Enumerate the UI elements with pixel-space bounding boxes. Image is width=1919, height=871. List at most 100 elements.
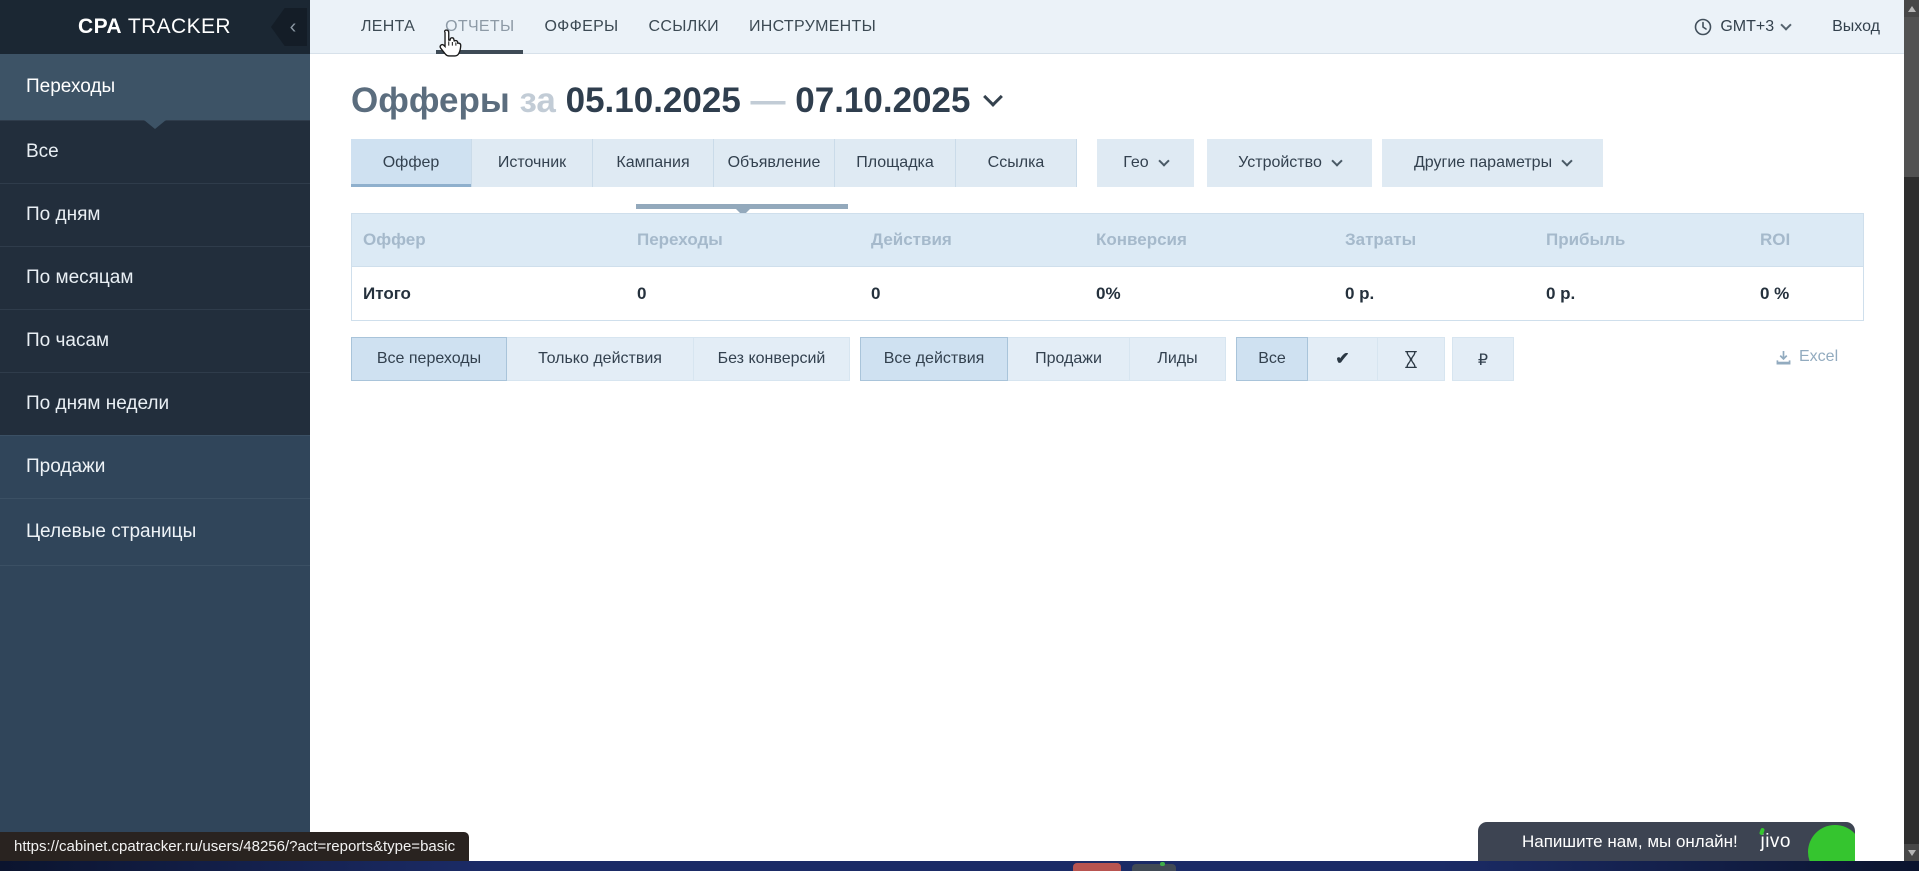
scrollbar-up-button[interactable] <box>1904 0 1919 17</box>
sidebar-item-vse[interactable]: Все <box>0 120 310 183</box>
taskbar-red-button[interactable] <box>1073 863 1121 871</box>
filter-prodazhi[interactable]: Продажи <box>1007 337 1130 381</box>
filter-label: Лиды <box>1157 350 1197 368</box>
sidebar-item-label: По дням недели <box>26 393 169 415</box>
nav-item-otchety[interactable]: ОТЧЕТЫ <box>430 0 529 54</box>
sidebar-item-po-dnyam-nedeli[interactable]: По дням недели <box>0 372 310 435</box>
scrollbar-down-button[interactable] <box>1904 844 1919 861</box>
filter-label: Все <box>1258 350 1286 368</box>
tab-label: Источник <box>498 154 566 172</box>
column-header-zatraty[interactable]: Затраты <box>1334 230 1535 250</box>
nav-item-lenta[interactable]: ЛЕНТА <box>346 0 430 54</box>
dropdown-drugie-parametry[interactable]: Другие параметры <box>1382 139 1603 187</box>
chevron-down-icon <box>1780 19 1791 30</box>
jivo-logo: jivo <box>1760 831 1791 853</box>
totals-konversiya: 0% <box>1085 284 1334 304</box>
page-title: Офферы за 05.10.2025 — 07.10.2025 <box>351 81 1000 121</box>
app-logo: CPA TRACKER <box>78 15 231 39</box>
filter-tolko-deystviya[interactable]: Только действия <box>506 337 694 381</box>
column-header-konversiya[interactable]: Конверсия <box>1085 230 1334 250</box>
sidebar-item-celevye-stranicy[interactable]: Целевые страницы <box>0 498 310 566</box>
status-url-text: https://cabinet.cpatracker.ru/users/4825… <box>14 838 455 855</box>
filter-status-approved[interactable]: ✔ <box>1307 337 1378 381</box>
sidebar-header: CPA TRACKER ‹ <box>0 0 310 54</box>
date-range-chevron-icon[interactable] <box>984 87 1004 107</box>
tab-kampaniya[interactable]: Кампания <box>593 139 714 187</box>
totals-label: Итого <box>352 284 626 304</box>
sidebar: CPA TRACKER ‹ Переходы Все По дням По ме… <box>0 0 310 871</box>
totals-deystviya: 0 <box>860 284 1085 304</box>
tab-ploschadka[interactable]: Площадка <box>835 139 956 187</box>
export-label: Excel <box>1799 348 1838 366</box>
tab-istochnik[interactable]: Источник <box>472 139 593 187</box>
check-icon: ✔ <box>1335 349 1349 369</box>
nav-item-ssylki[interactable]: ССЫЛКИ <box>634 0 734 54</box>
filter-vse-perekhody[interactable]: Все переходы <box>351 337 507 381</box>
nav-item-instrumenty[interactable]: ИНСТРУМЕНТЫ <box>734 0 891 54</box>
nav-item-offery[interactable]: ОФФЕРЫ <box>529 0 633 54</box>
status-filter-group: Все ✔ <box>1236 337 1445 381</box>
filter-label: Все действия <box>884 350 985 368</box>
sidebar-item-prodazhi[interactable]: Продажи <box>0 435 310 498</box>
top-navigation: ЛЕНТА ОТЧЕТЫ ОФФЕРЫ ССЫЛКИ ИНСТРУМЕНТЫ <box>346 0 891 54</box>
date-from[interactable]: 05.10.2025 <box>566 81 741 120</box>
column-header-perekhody[interactable]: Переходы <box>626 230 860 250</box>
column-header-roi[interactable]: ROI <box>1749 230 1863 250</box>
filter-bez-konversiy[interactable]: Без конверсий <box>693 337 850 381</box>
dropdown-geo[interactable]: Гео <box>1097 139 1194 187</box>
column-header-deystviya[interactable]: Действия <box>860 230 1085 250</box>
tab-label: Кампания <box>616 154 689 172</box>
sidebar-item-po-mesyacam[interactable]: По месяцам <box>0 246 310 309</box>
table-header-row: Оффер Переходы Действия Конверсия Затрат… <box>352 214 1863 266</box>
tab-offer[interactable]: Оффер <box>351 139 472 187</box>
column-header-offer[interactable]: Оффер <box>352 230 626 250</box>
tab-ssylka[interactable]: Ссылка <box>956 139 1077 187</box>
column-header-pribyl[interactable]: Прибыль <box>1535 230 1749 250</box>
filter-lidy[interactable]: Лиды <box>1129 337 1226 381</box>
sidebar-item-label: Переходы <box>26 76 115 98</box>
traffic-filter-group: Все переходы Только действия Без конверс… <box>351 337 850 381</box>
chevron-down-icon <box>1158 155 1169 166</box>
totals-zatraty: 0 р. <box>1334 284 1535 304</box>
export-excel-link[interactable]: Excel <box>1776 348 1838 366</box>
triangle-down-icon <box>1908 850 1916 856</box>
filter-vse-deystviya[interactable]: Все действия <box>860 337 1008 381</box>
logout-label: Выход <box>1832 18 1880 35</box>
taskbar-green-dot <box>1160 862 1165 866</box>
chat-widget[interactable]: Напишите нам, мы онлайн! jivo <box>1478 822 1855 861</box>
filter-currency-rouble[interactable]: ₽ <box>1452 337 1514 381</box>
date-to[interactable]: 07.10.2025 <box>795 81 970 120</box>
sidebar-collapse-button[interactable]: ‹ <box>271 8 307 46</box>
browser-scrollbar[interactable] <box>1904 0 1919 871</box>
timezone-value: GMT+3 <box>1720 18 1774 36</box>
dropdown-label: Другие параметры <box>1414 154 1552 172</box>
sidebar-item-perekhody[interactable]: Переходы <box>0 54 310 120</box>
tab-label: Площадка <box>856 154 934 172</box>
filter-status-pending[interactable] <box>1377 337 1445 381</box>
totals-roi: 0 % <box>1749 284 1863 304</box>
tab-label: Ссылка <box>988 154 1045 172</box>
sidebar-item-po-chasam[interactable]: По часам <box>0 309 310 372</box>
nav-label: ССЫЛКИ <box>649 18 719 36</box>
timezone-selector[interactable]: GMT+3 <box>1694 18 1790 36</box>
scrollbar-thumb[interactable] <box>1904 17 1919 177</box>
taskbar-gray-button[interactable] <box>1132 864 1176 871</box>
date-dash: — <box>751 81 786 120</box>
filter-label: Все переходы <box>377 350 481 368</box>
dropdown-ustroystvo[interactable]: Устройство <box>1207 139 1372 187</box>
app-screen: CPA TRACKER ‹ Переходы Все По дням По ме… <box>0 0 1919 871</box>
nav-label: ИНСТРУМЕНТЫ <box>749 18 876 36</box>
filter-bar: Все переходы Только действия Без конверс… <box>351 337 1514 381</box>
sidebar-item-label: Все <box>26 141 59 163</box>
chevron-down-icon <box>1331 155 1342 166</box>
logout-link[interactable]: Выход <box>1832 18 1880 36</box>
jivo-leaf-icon <box>1808 825 1855 861</box>
filter-status-vse[interactable]: Все <box>1236 337 1308 381</box>
totals-pribyl: 0 р. <box>1535 284 1749 304</box>
tab-obyavlenie[interactable]: Объявление <box>714 139 835 187</box>
rouble-icon: ₽ <box>1478 350 1488 369</box>
status-bar-url: https://cabinet.cpatracker.ru/users/4825… <box>0 832 469 861</box>
sidebar-item-po-dnyam[interactable]: По дням <box>0 183 310 246</box>
tab-label: Объявление <box>728 154 821 172</box>
totals-perekhody: 0 <box>626 284 860 304</box>
